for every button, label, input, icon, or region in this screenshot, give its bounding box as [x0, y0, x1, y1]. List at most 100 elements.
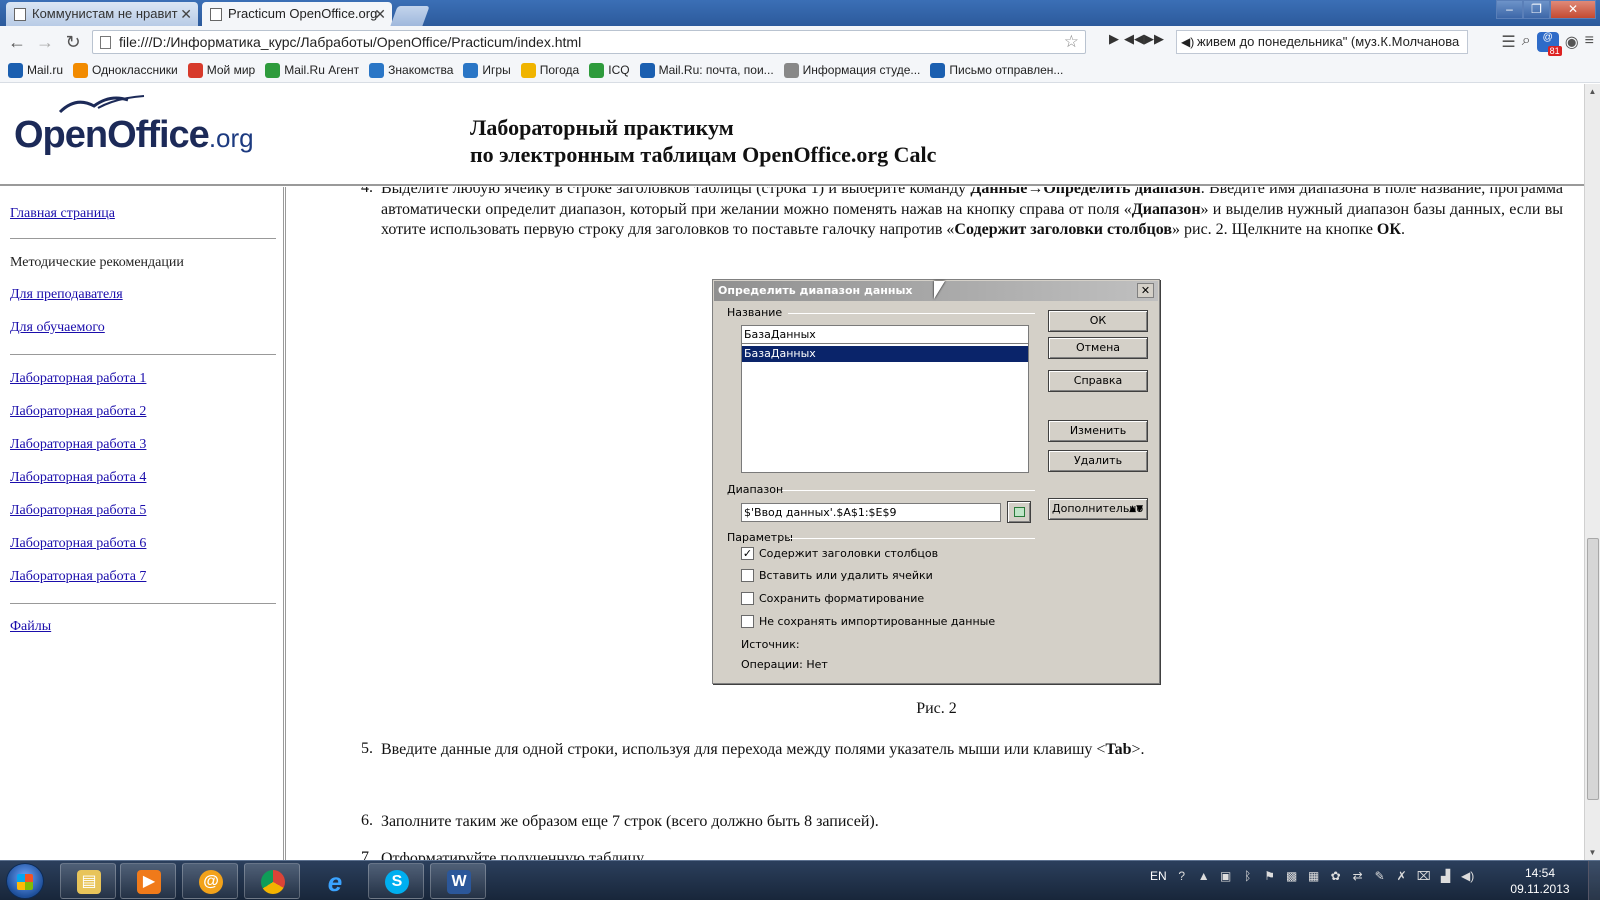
- scroll-thumb[interactable]: [1587, 538, 1599, 800]
- taskbar-chrome[interactable]: [244, 863, 300, 899]
- bookmark-favicon-icon: [783, 62, 799, 78]
- checkbox-checked-icon[interactable]: ✓: [741, 547, 754, 560]
- sidebar-link-lab-5[interactable]: Лабораторная работа 5: [10, 503, 146, 519]
- close-icon[interactable]: ✕: [180, 2, 192, 26]
- tray-app-icon[interactable]: ✎: [1373, 869, 1387, 883]
- range-name-input[interactable]: БазаДанных: [741, 325, 1029, 344]
- play-icon[interactable]: ▶: [1104, 31, 1124, 47]
- address-bar[interactable]: file:///D:/Информатика_курс/Лабработы/Op…: [92, 30, 1086, 54]
- tab-practicum[interactable]: Practicum OpenOffice.org ✕: [202, 2, 392, 26]
- bookmark-item[interactable]: Одноклассники: [73, 62, 178, 78]
- language-indicator[interactable]: EN: [1150, 869, 1167, 883]
- icq-icon[interactable]: ✿: [1329, 869, 1343, 883]
- taskbar-media-player[interactable]: ▶: [120, 863, 176, 899]
- bookmark-item[interactable]: Погода: [520, 62, 579, 78]
- show-desktop-button[interactable]: [1588, 861, 1600, 900]
- sidebar-link-teacher[interactable]: Для преподавателя: [10, 287, 123, 303]
- bookmark-item[interactable]: Mail.ru: [8, 62, 64, 78]
- bookmark-item[interactable]: Письмо отправлен...: [930, 62, 1063, 78]
- bookmark-item[interactable]: Мой мир: [187, 62, 256, 78]
- tray-app-icon[interactable]: ▣: [1219, 869, 1233, 883]
- sidebar-link-files[interactable]: Файлы: [10, 619, 51, 635]
- modify-button[interactable]: Изменить: [1048, 420, 1148, 442]
- bookmark-label: Mail.ru: [27, 63, 64, 77]
- cancel-button[interactable]: Отмена: [1048, 337, 1148, 359]
- antivirus-icon[interactable]: ✗: [1395, 869, 1409, 883]
- delete-button[interactable]: Удалить: [1048, 450, 1148, 472]
- checkbox-icon[interactable]: [741, 592, 754, 605]
- user-icon[interactable]: ◉: [1565, 32, 1579, 52]
- next-icon[interactable]: ▶▶: [1144, 31, 1164, 47]
- scroll-down-icon[interactable]: ▼: [1585, 845, 1600, 860]
- start-button[interactable]: [6, 863, 44, 899]
- close-icon[interactable]: ✕: [374, 2, 386, 26]
- shrink-dialog-button[interactable]: [1007, 501, 1031, 523]
- bookmark-item[interactable]: Знакомства: [369, 62, 453, 78]
- checkbox-contains-headers[interactable]: ✓ Содержит заголовки столбцов: [741, 547, 938, 560]
- close-icon[interactable]: ✕: [1137, 283, 1154, 298]
- sidebar-link-lab-2[interactable]: Лабораторная работа 2: [10, 404, 146, 420]
- tray-app-icon[interactable]: ⌧: [1417, 869, 1431, 883]
- sidebar-link-lab-4[interactable]: Лабораторная работа 4: [10, 470, 146, 486]
- sidebar-link-lab-7[interactable]: Лабораторная работа 7: [10, 569, 146, 585]
- taskbar-skype[interactable]: S: [368, 863, 424, 899]
- checkbox-insert-delete-cells[interactable]: Вставить или удалить ячейки: [741, 569, 933, 582]
- sidebar-link-student[interactable]: Для обучаемого: [10, 320, 105, 336]
- taskbar-explorer[interactable]: ▤: [60, 863, 116, 899]
- bluetooth-icon[interactable]: ᛒ: [1241, 869, 1255, 883]
- sidebar-link-lab-1[interactable]: Лабораторная работа 1: [10, 371, 146, 387]
- menu-lines-icon[interactable]: ☰: [1501, 32, 1515, 52]
- checkbox-icon[interactable]: [741, 569, 754, 582]
- previous-icon[interactable]: ◀◀: [1124, 31, 1144, 47]
- tab-communists[interactable]: Коммунистам не нравит ✕: [6, 2, 198, 26]
- ok-button[interactable]: ОК: [1048, 310, 1148, 332]
- bookmark-item[interactable]: ICQ: [589, 62, 630, 78]
- network-signal-icon[interactable]: ▟: [1439, 869, 1453, 883]
- checkbox-dont-save-imported[interactable]: Не сохранять импортированные данные: [741, 615, 995, 628]
- tray-app-icon[interactable]: ⇄: [1351, 869, 1365, 883]
- close-window-button[interactable]: ✕: [1550, 0, 1596, 19]
- sidebar-link-home[interactable]: Главная страница: [10, 206, 115, 222]
- tray-app-icon[interactable]: ▦: [1307, 869, 1321, 883]
- restore-button[interactable]: ❐: [1523, 0, 1550, 19]
- minimize-button[interactable]: ‒: [1496, 0, 1523, 19]
- define-range-dialog: Определить диапазон данных ✕ Название Ба…: [712, 279, 1160, 684]
- chrome-icon: [261, 870, 285, 894]
- sidebar-link-lab-6[interactable]: Лабораторная работа 6: [10, 536, 146, 552]
- page-scrollbar[interactable]: ▲ ▼: [1584, 84, 1600, 860]
- taskbar-mail-agent[interactable]: @: [182, 863, 238, 899]
- taskbar-internet-explorer[interactable]: e: [306, 863, 362, 899]
- more-options-button[interactable]: Дополнительно ▲▼: [1048, 498, 1148, 520]
- system-clock[interactable]: 14:54 09.11.2013: [1500, 865, 1580, 897]
- checkbox-icon[interactable]: [741, 615, 754, 628]
- now-playing-box[interactable]: ◀) живем до понедельника" (муз.К.Молчано…: [1176, 30, 1468, 54]
- search-icon[interactable]: ⌕: [1522, 32, 1531, 52]
- speaker-icon[interactable]: ◀): [1181, 31, 1194, 53]
- source-label: Источник:: [741, 638, 800, 651]
- forward-arrow-icon[interactable]: →: [34, 31, 56, 53]
- new-tab-button[interactable]: [390, 6, 430, 26]
- checkbox-keep-formatting[interactable]: Сохранить форматирование: [741, 592, 924, 605]
- extension-icon[interactable]: @81: [1536, 32, 1562, 56]
- bookmark-item[interactable]: Mail.Ru: почта, пои...: [639, 62, 774, 78]
- range-list-item[interactable]: БазаДанных: [742, 346, 1028, 362]
- volume-icon[interactable]: ◀): [1461, 869, 1475, 883]
- bookmark-item[interactable]: Игры: [463, 62, 511, 78]
- help-button[interactable]: Справка: [1048, 370, 1148, 392]
- show-hidden-icons-icon[interactable]: ▲: [1197, 869, 1211, 883]
- sidebar-link-lab-3[interactable]: Лабораторная работа 3: [10, 437, 146, 453]
- bookmark-star-icon[interactable]: ☆: [1064, 31, 1079, 53]
- bookmark-item[interactable]: Mail.Ru Агент: [265, 62, 359, 78]
- reload-icon[interactable]: ↻: [62, 31, 84, 53]
- tray-app-icon[interactable]: ▩: [1285, 869, 1299, 883]
- bookmark-label: Мой мир: [206, 63, 256, 77]
- action-center-flag-icon[interactable]: ⚑: [1263, 869, 1277, 883]
- scroll-up-icon[interactable]: ▲: [1585, 84, 1600, 99]
- bookmark-item[interactable]: Информация студе...: [783, 62, 920, 78]
- back-arrow-icon[interactable]: ←: [6, 31, 28, 53]
- help-icon[interactable]: ?: [1175, 869, 1189, 883]
- taskbar-word[interactable]: W: [430, 863, 486, 899]
- wrench-menu-icon[interactable]: ≡: [1585, 32, 1594, 52]
- range-input[interactable]: $'Ввод данных'.$A$1:$E$9: [741, 503, 1001, 522]
- openoffice-logo[interactable]: OpenOffice.org: [14, 95, 254, 157]
